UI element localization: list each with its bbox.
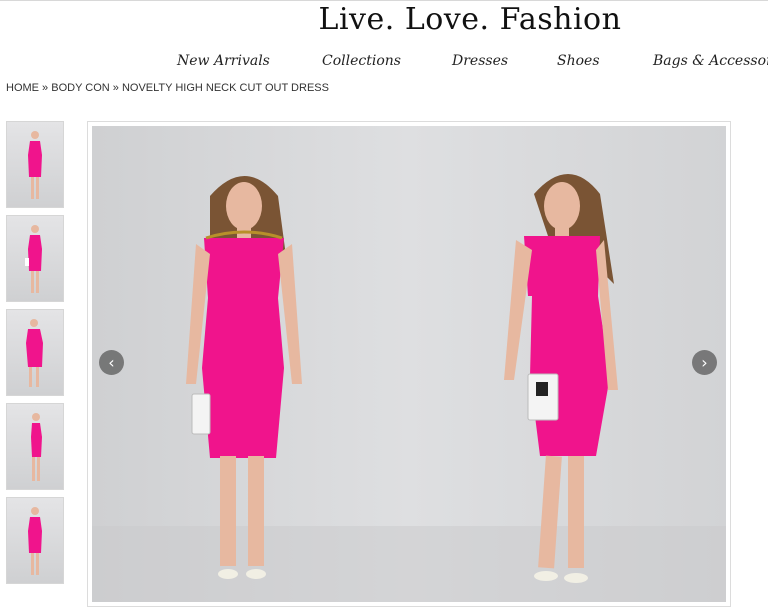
thumbnail-3[interactable] [6, 309, 64, 396]
thumbnail-2[interactable] [6, 215, 64, 302]
nav-item-collections[interactable]: Collections [322, 53, 401, 69]
breadcrumb: HOME » BODY CON » NOVELTY HIGH NECK CUT … [6, 82, 329, 94]
breadcrumb-separator: » [109, 82, 122, 94]
nav-item-dresses[interactable]: Dresses [452, 53, 508, 69]
top-border [0, 0, 768, 1]
thumbnail-1[interactable] [6, 121, 64, 208]
breadcrumb-separator: » [39, 82, 52, 94]
thumbnail-5[interactable] [6, 497, 64, 584]
breadcrumb-category[interactable]: BODY CON [51, 82, 109, 94]
breadcrumb-current: NOVELTY HIGH NECK CUT OUT DRESS [121, 82, 329, 94]
product-main-image[interactable] [92, 126, 726, 602]
nav-item-new-arrivals[interactable]: New Arrivals [177, 53, 270, 69]
nav-item-bags-accessories[interactable]: Bags & Accessories [653, 53, 768, 69]
main-image-frame [87, 121, 731, 607]
model-front-view [186, 176, 302, 579]
thumbnail-4[interactable] [6, 403, 64, 490]
site-title[interactable]: Live. Love. Fashion [250, 2, 690, 37]
model-side-view [504, 174, 618, 583]
product-photo [92, 174, 726, 602]
breadcrumb-home[interactable]: HOME [6, 82, 39, 94]
nav-item-shoes[interactable]: Shoes [557, 53, 600, 69]
chevron-right-icon[interactable]: › [692, 350, 717, 375]
chevron-left-icon[interactable]: ‹ [99, 350, 124, 375]
main-nav: New Arrivals Collections Dresses Shoes B… [0, 53, 768, 73]
